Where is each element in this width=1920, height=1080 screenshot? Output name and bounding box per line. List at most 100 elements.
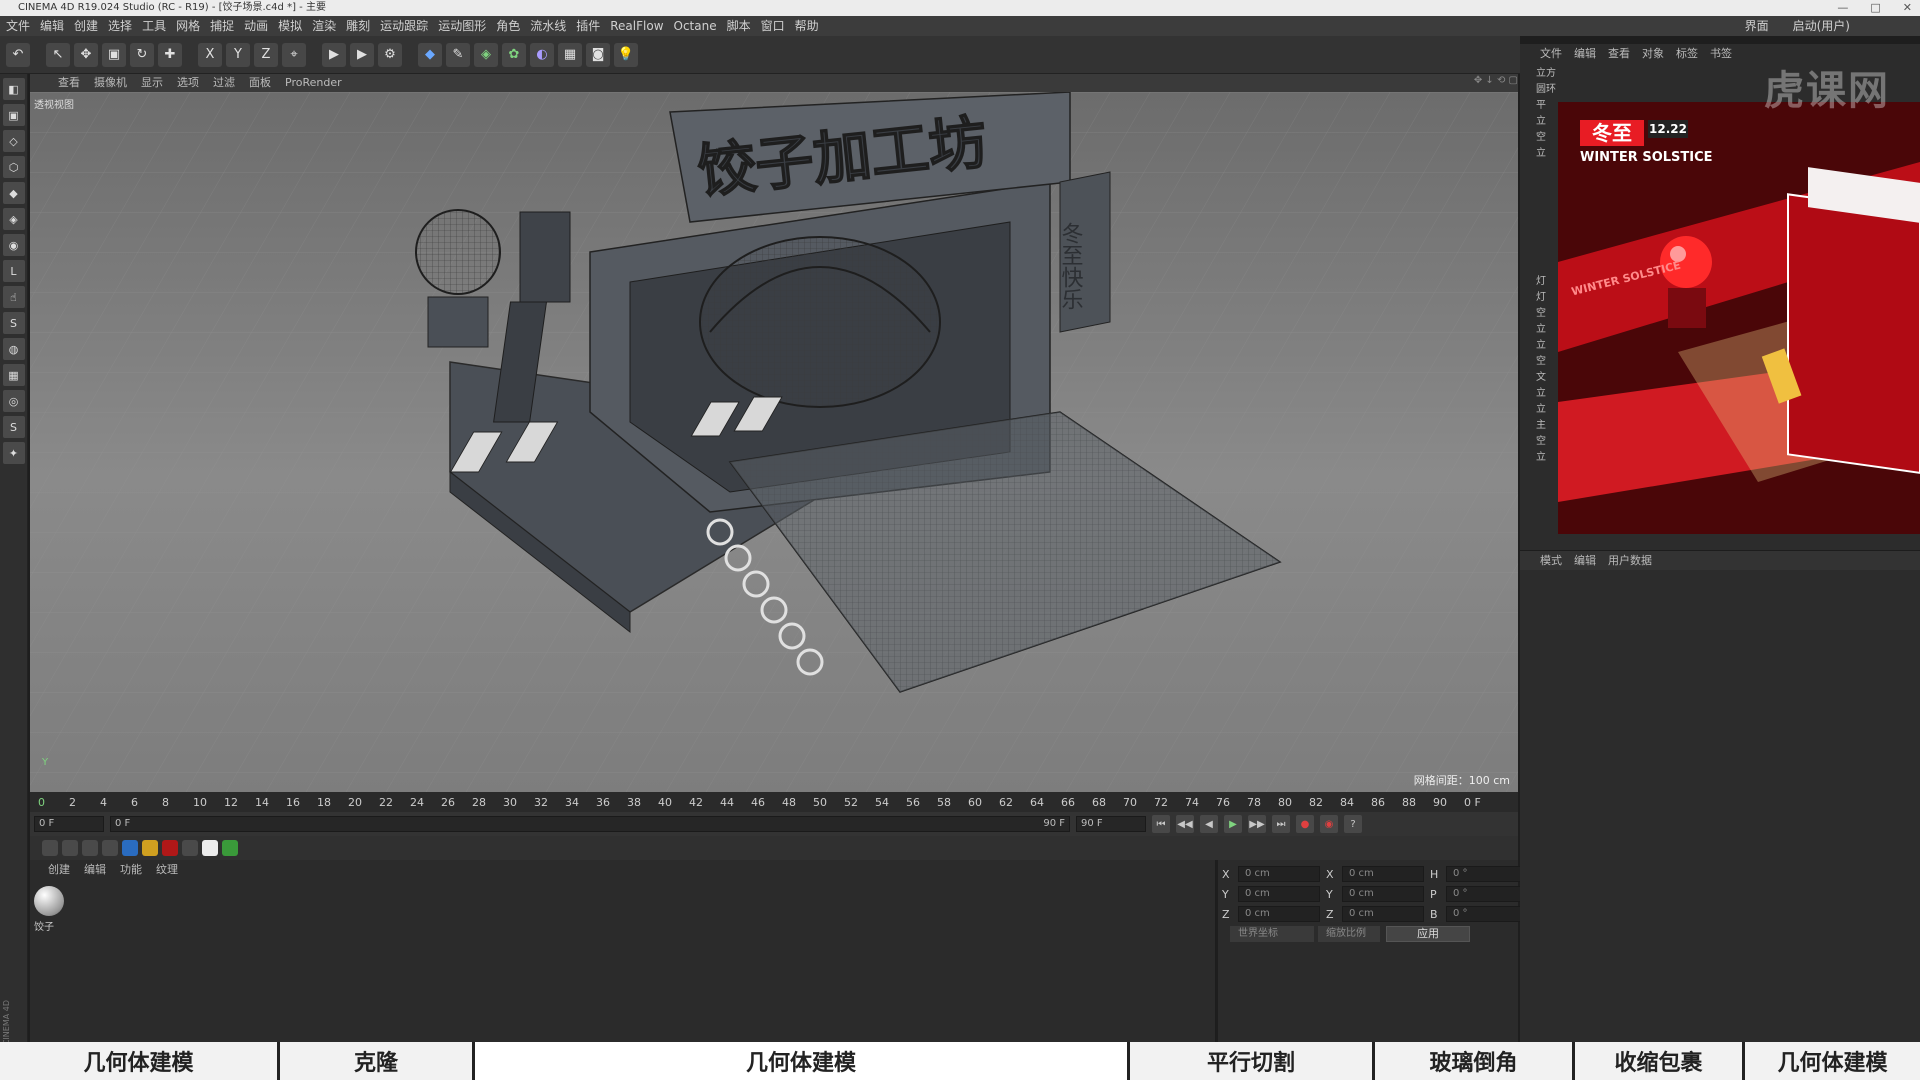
tweak-icon[interactable]: ☝ [2, 286, 25, 308]
add-icon[interactable]: ✚ [158, 42, 182, 67]
edges-mode-icon[interactable]: ◈ [2, 208, 25, 230]
object-tree-row[interactable]: 主 [1520, 418, 1556, 434]
step-back-button[interactable]: ◀◀ [1176, 815, 1194, 833]
script-icon[interactable]: S [2, 416, 25, 438]
attr-menu-edit[interactable]: 编辑 [1574, 551, 1596, 570]
select-icon[interactable]: ↖ [46, 42, 70, 67]
menu-pipeline[interactable]: 流水线 [530, 16, 566, 36]
object-tree-row[interactable]: 文 [1520, 370, 1556, 386]
record-key-icon[interactable]: ● [1296, 815, 1314, 833]
workplane-grid-icon[interactable]: ▦ [2, 364, 25, 386]
viewport-nav-icons[interactable]: ✥ ↓ ⟲ ▢ [1474, 75, 1518, 86]
object-tree-row[interactable]: 空 [1520, 306, 1556, 322]
material-icon-6[interactable] [142, 840, 158, 856]
size-y-field[interactable]: 0 cm [1342, 886, 1424, 902]
object-tree-row[interactable] [1520, 162, 1556, 178]
material-menu-edit[interactable]: 编辑 [84, 860, 106, 880]
x-axis-icon[interactable]: X [198, 42, 222, 67]
object-menu-edit[interactable]: 编辑 [1574, 44, 1596, 64]
object-tree-row[interactable]: 立 [1520, 114, 1556, 130]
material-icon-9[interactable] [202, 840, 218, 856]
object-tree-row[interactable]: 立 [1520, 322, 1556, 338]
menu-plugins[interactable]: 插件 [576, 16, 600, 36]
size-z-field[interactable]: 0 cm [1342, 906, 1424, 922]
rotate-icon[interactable]: ↻ [130, 42, 154, 67]
menu-window[interactable]: 窗口 [761, 16, 785, 36]
object-menu-objects[interactable]: 对象 [1642, 44, 1664, 64]
material-icon-4[interactable] [102, 840, 118, 856]
material-menu-function[interactable]: 功能 [120, 860, 142, 880]
menu-simulate[interactable]: 模拟 [278, 16, 302, 36]
menu-snap[interactable]: 捕捉 [210, 16, 234, 36]
viewport-menu-panel[interactable]: 面板 [249, 74, 271, 92]
object-menu-view[interactable]: 查看 [1608, 44, 1630, 64]
menu-animate[interactable]: 动画 [244, 16, 268, 36]
play-backward-button[interactable]: ◀ [1200, 815, 1218, 833]
menu-help[interactable]: 帮助 [795, 16, 819, 36]
material-icon-1[interactable] [42, 840, 58, 856]
texture-mode-icon[interactable]: ◇ [2, 130, 25, 152]
material-icon-5[interactable] [122, 840, 138, 856]
go-to-start-button[interactable]: ⏮ [1152, 815, 1170, 833]
camera-icon[interactable]: ◙ [586, 42, 610, 67]
material-menu-texture[interactable]: 纹理 [156, 860, 178, 880]
object-tree-row[interactable]: 空 [1520, 130, 1556, 146]
chapter-tab[interactable]: 收缩包裹 [1575, 1042, 1745, 1080]
plugin-icon[interactable]: ✦ [2, 442, 25, 464]
light-icon[interactable]: 💡 [614, 42, 638, 67]
object-tree-row[interactable] [1520, 226, 1556, 242]
z-axis-icon[interactable]: Z [254, 42, 278, 67]
chapter-tab[interactable]: 玻璃倒角 [1375, 1042, 1575, 1080]
cube-icon[interactable]: ◆ [418, 42, 442, 67]
menu-realflow[interactable]: RealFlow [610, 16, 663, 36]
attr-menu-userdata[interactable]: 用户数据 [1608, 551, 1652, 570]
chapter-tab[interactable]: 平行切割 [1130, 1042, 1375, 1080]
material-icon-2[interactable] [62, 840, 78, 856]
object-tree-row[interactable]: 灯 [1520, 290, 1556, 306]
pen-icon[interactable]: ✎ [446, 42, 470, 67]
attr-menu-mode[interactable]: 模式 [1540, 551, 1562, 570]
menu-render[interactable]: 渲染 [312, 16, 336, 36]
model-mode-icon[interactable]: ▣ [2, 104, 25, 126]
material-icon-10[interactable] [222, 840, 238, 856]
material-icon-7[interactable] [162, 840, 178, 856]
cloner-icon[interactable]: ✿ [502, 42, 526, 67]
object-tree-row[interactable]: 空 [1520, 354, 1556, 370]
step-forward-button[interactable]: ▶▶ [1248, 815, 1266, 833]
menu-sculpt[interactable]: 雕刻 [346, 16, 370, 36]
undo-icon[interactable]: ↶ [6, 42, 30, 67]
position-y-field[interactable]: 0 cm [1238, 886, 1320, 902]
menu-tools[interactable]: 工具 [142, 16, 166, 36]
render-settings-icon[interactable]: ⚙ [378, 42, 402, 67]
workplane-icon[interactable]: ⬡ [2, 156, 25, 178]
object-tree-row[interactable]: 立 [1520, 146, 1556, 162]
maximize-button[interactable]: □ [1870, 0, 1880, 16]
timeline-ruler[interactable]: 0 2 4 6 8 10 12 14 16 18 20 22 24 26 28 30 32 34 36 38 40 42 4… [30, 792, 1518, 812]
viewport-menu-prorender[interactable]: ProRender [285, 74, 342, 92]
object-tree-row[interactable] [1520, 210, 1556, 226]
axis-mode-icon[interactable]: L [2, 260, 25, 282]
viewport-menu-cameras[interactable]: 摄像机 [94, 74, 127, 92]
menu-mograph[interactable]: 运动图形 [438, 16, 486, 36]
material-icon-3[interactable] [82, 840, 98, 856]
go-to-end-button[interactable]: ⏭ [1272, 815, 1290, 833]
object-menu-bookmarks[interactable]: 书签 [1710, 44, 1732, 64]
menu-file[interactable]: 文件 [6, 16, 30, 36]
polygons-mode-icon[interactable]: ◉ [2, 234, 25, 256]
layout-value[interactable]: 启动(用户) [1793, 16, 1850, 36]
object-tree-row[interactable] [1520, 242, 1556, 258]
scale-icon[interactable]: ▣ [102, 42, 126, 67]
rotation-p-field[interactable]: 0 ° [1446, 886, 1528, 902]
menu-edit[interactable]: 编辑 [40, 16, 64, 36]
menu-select[interactable]: 选择 [108, 16, 132, 36]
autokey-icon[interactable]: ◉ [1320, 815, 1338, 833]
object-tree-row[interactable]: 灯 [1520, 274, 1556, 290]
start-frame-field[interactable]: 0 F [34, 816, 104, 832]
object-tree-row[interactable] [1520, 258, 1556, 274]
perspective-viewport[interactable]: 饺子加工坊 冬至快乐 透视视图 网格间距：100 cm Y [30, 92, 1518, 792]
coord-icon[interactable]: ⌖ [282, 42, 306, 67]
move-icon[interactable]: ✥ [74, 42, 98, 67]
menu-motion-tracker[interactable]: 运动跟踪 [380, 16, 428, 36]
chapter-tab-active[interactable]: 几何体建模 [475, 1042, 1130, 1080]
layout-selector[interactable]: 界面 启动(用户) [1745, 16, 1860, 36]
